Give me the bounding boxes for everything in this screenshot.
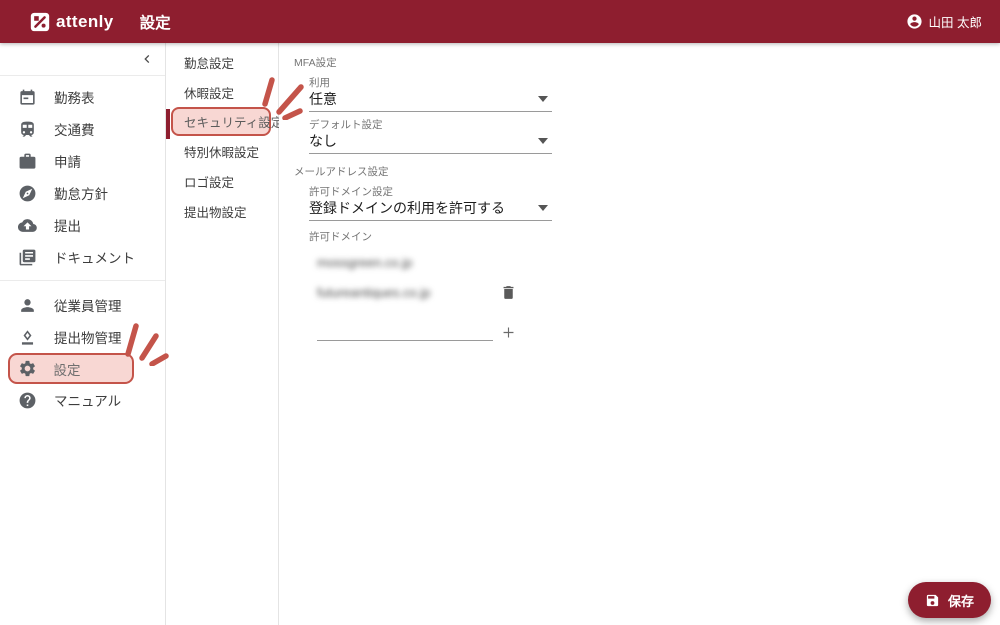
sidebar-item-policy[interactable]: 勤怠方針: [0, 177, 165, 209]
submenu-item-logo[interactable]: ロゴ設定: [166, 166, 278, 196]
sidebar-item-label: 交通費: [54, 123, 95, 138]
domain-value: mossgreen.co.jp: [317, 254, 413, 270]
main-layout: 勤務表 交通費 申請 勤怠方針 提出 ドキュメント 従業員管理 提出物管理 設定…: [0, 43, 1000, 625]
mfa-default-field: デフォルト設定 なし: [309, 119, 552, 154]
domain-policy-label: 許可ドメイン設定: [309, 186, 393, 198]
dropdown-arrow-icon: [538, 205, 548, 211]
sidebar-collapse-row: [0, 43, 165, 76]
sidebar-item-label: ドキュメント: [54, 251, 135, 266]
sidebar-item-label: 提出: [54, 219, 81, 234]
briefcase-icon: [19, 153, 36, 169]
plus-icon: [503, 327, 514, 338]
trash-icon: [503, 285, 514, 299]
sidebar-item-application[interactable]: 申請: [0, 145, 165, 177]
calendar-icon: [20, 89, 35, 105]
sidebar-item-timesheet[interactable]: 勤務表: [0, 81, 165, 113]
chevron-left-icon[interactable]: [139, 51, 155, 67]
settings-submenu: 勤怠設定 休暇設定 セキュリティ設定 特別休暇設定 ロゴ設定 提出物設定: [166, 43, 283, 625]
mfa-section-title: MFA設定: [294, 57, 337, 69]
sidebar-item-submissions[interactable]: 提出物管理: [0, 321, 165, 353]
train-icon: [21, 121, 34, 137]
mfa-usage-select[interactable]: 任意: [309, 89, 552, 112]
cloud-upload-icon: [18, 218, 37, 232]
domain-policy-value: 登録ドメインの利用を許可する: [309, 200, 505, 216]
brand-name: attenly: [56, 11, 114, 31]
sidebar-item-label: 勤怠方針: [54, 187, 108, 202]
brand-logo-block[interactable]: attenly: [30, 12, 114, 32]
delete-domain-button[interactable]: [500, 284, 517, 301]
compass-icon: [19, 185, 36, 201]
add-domain-row: [317, 321, 517, 341]
attenly-logo-icon: [30, 12, 50, 31]
allowed-domains-list: mossgreen.co.jp futureantiques.co.jp: [317, 247, 517, 341]
user-name: 山田 太郎: [928, 16, 982, 30]
domain-policy-field: 許可ドメイン設定 登録ドメインの利用を許可する: [309, 186, 552, 221]
mfa-usage-field: 利用 任意: [309, 77, 552, 112]
dropdown-arrow-icon: [538, 138, 548, 144]
sidebar: 勤務表 交通費 申請 勤怠方針 提出 ドキュメント 従業員管理 提出物管理 設定…: [0, 43, 166, 625]
page-title: 設定: [139, 14, 171, 32]
sidebar-item-label: 勤務表: [54, 91, 95, 106]
submenu-item-security[interactable]: セキュリティ設定: [171, 107, 283, 136]
documents-icon: [19, 249, 36, 265]
new-domain-input[interactable]: [317, 321, 493, 341]
approval-icon: [21, 329, 34, 345]
sidebar-item-settings[interactable]: 設定: [8, 353, 134, 384]
account-circle-icon: [906, 14, 922, 29]
submenu-item-vacation[interactable]: 休暇設定: [166, 77, 278, 107]
sidebar-item-label: マニュアル: [54, 394, 122, 409]
submenu-item-submissions[interactable]: 提出物設定: [166, 196, 278, 226]
sidebar-item-documents[interactable]: ドキュメント: [0, 241, 165, 273]
sidebar-primary-list: 勤務表 交通費 申請 勤怠方針 提出 ドキュメント: [0, 76, 165, 277]
domain-value: futureantiques.co.jp: [317, 284, 431, 300]
security-settings-panel: MFA設定 利用 任意 デフォルト設定 なし メールアドレス設定 許可ドメイン設…: [279, 43, 1000, 625]
topbar: attenly 設定 山田 太郎: [0, 0, 1000, 43]
sidebar-item-label: 提出物管理: [54, 331, 122, 346]
help-icon: [19, 392, 36, 408]
sidebar-item-label: 従業員管理: [54, 299, 122, 314]
gear-icon: [19, 360, 35, 377]
sidebar-item-manual[interactable]: マニュアル: [0, 384, 165, 416]
submenu-item-special-vacation[interactable]: 特別休暇設定: [166, 136, 278, 166]
person-icon: [21, 298, 34, 312]
domain-policy-select[interactable]: 登録ドメインの利用を許可する: [309, 198, 552, 221]
sidebar-item-employees[interactable]: 従業員管理: [0, 289, 165, 321]
mail-section-title: メールアドレス設定: [294, 166, 389, 178]
mfa-default-value: なし: [309, 133, 337, 149]
save-icon: [926, 594, 939, 606]
save-button-label: 保存: [947, 593, 974, 609]
sidebar-item-label: 申請: [54, 155, 81, 170]
sidebar-secondary-list: 従業員管理 提出物管理 設定 マニュアル: [0, 284, 165, 420]
mfa-default-select[interactable]: なし: [309, 131, 552, 154]
mfa-usage-label: 利用: [309, 77, 330, 89]
sidebar-item-label: 設定: [53, 362, 81, 378]
domain-row: mossgreen.co.jp: [317, 247, 517, 277]
allowed-domains-label: 許可ドメイン: [309, 231, 372, 243]
sidebar-item-submit[interactable]: 提出: [0, 209, 165, 241]
active-item-indicator: [166, 109, 170, 139]
save-button[interactable]: 保存: [907, 582, 991, 618]
domain-row: futureantiques.co.jp: [317, 277, 517, 307]
dropdown-arrow-icon: [538, 96, 548, 102]
mfa-usage-value: 任意: [309, 91, 337, 107]
mfa-default-label: デフォルト設定: [309, 119, 383, 131]
submenu-item-attendance[interactable]: 勤怠設定: [166, 47, 278, 77]
add-domain-button[interactable]: [500, 324, 517, 341]
sidebar-item-transport[interactable]: 交通費: [0, 113, 165, 145]
user-menu[interactable]: 山田 太郎: [906, 12, 982, 31]
sidebar-divider: [0, 280, 165, 281]
